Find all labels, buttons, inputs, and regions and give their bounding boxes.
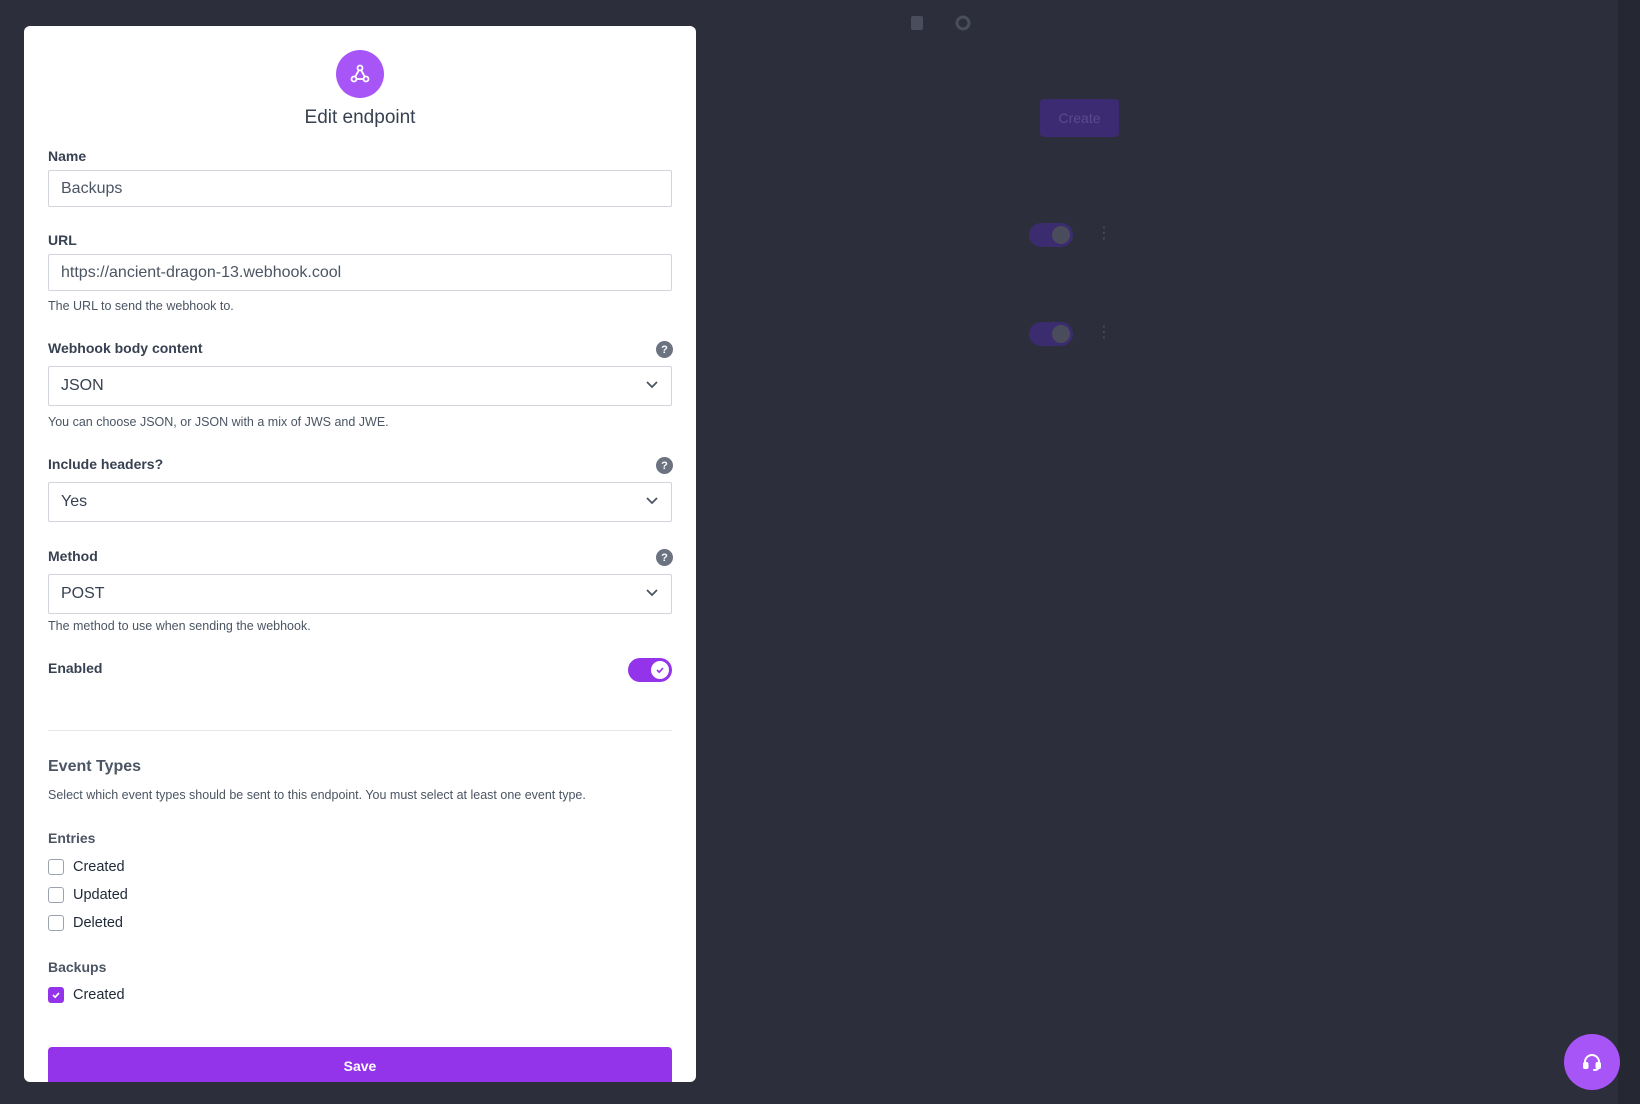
checkbox-row-backups-created[interactable]: Created [48,987,125,1003]
group-title-backups: Backups [48,959,107,975]
headset-icon [1583,1054,1601,1071]
chevron-down-icon [645,493,659,512]
kebab-menu-icon: ⋮ [1096,324,1112,341]
checkbox[interactable] [48,859,64,875]
check-icon [52,992,60,999]
body-content-hint: You can choose JSON, or JSON with a mix … [48,415,389,429]
method-value: POST [61,585,105,602]
method-label: Method [48,548,98,564]
url-input[interactable] [48,254,672,291]
webhook-icon [336,50,384,98]
edit-endpoint-modal: Edit endpoint Name URL The URL to send t… [24,26,696,1082]
include-headers-label: Include headers? [48,456,164,472]
save-button[interactable]: Save [48,1047,672,1082]
gear-icon [954,14,976,36]
check-icon [651,661,669,679]
checkbox-label: Updated [73,887,128,903]
help-icon[interactable]: ? [656,341,673,358]
endpoint-toggle [1029,322,1073,346]
support-chat-button[interactable] [1564,1034,1620,1090]
checkbox-row-entries-created[interactable]: Created [48,859,125,875]
endpoint-toggle [1029,223,1073,247]
method-hint: The method to use when sending the webho… [48,619,311,633]
checkbox-label: Created [73,859,125,875]
enabled-label: Enabled [48,660,103,676]
checkbox[interactable] [48,915,64,931]
modal-title: Edit endpoint [304,107,416,128]
body-content-value: JSON [61,377,104,394]
event-types-description: Select which event types should be sent … [48,788,586,802]
body-content-select[interactable]: JSON [48,366,672,406]
group-title-entries: Entries [48,830,96,846]
checkbox-label: Created [73,987,125,1003]
url-hint: The URL to send the webhook to. [48,299,234,313]
include-headers-select[interactable]: Yes [48,482,672,522]
kebab-menu-icon: ⋮ [1096,225,1112,242]
chevron-down-icon [645,585,659,604]
include-headers-value: Yes [61,493,88,510]
checkbox-row-entries-updated[interactable]: Updated [48,887,128,903]
help-icon[interactable]: ? [656,457,673,474]
book-icon [908,14,930,36]
name-label: Name [48,148,87,164]
name-input[interactable] [48,170,672,207]
event-types-title: Event Types [48,758,142,775]
create-button: Create [1040,99,1119,137]
checkbox-checked[interactable] [48,987,64,1003]
chevron-down-icon [645,377,659,396]
help-icon[interactable]: ? [656,549,673,566]
url-label: URL [48,232,77,248]
divider [48,730,672,731]
body-content-label: Webhook body content [48,340,203,356]
scrollbar [1618,0,1640,1104]
enabled-toggle[interactable] [628,658,672,682]
method-select[interactable]: POST [48,574,672,614]
checkbox-row-entries-deleted[interactable]: Deleted [48,915,123,931]
checkbox-label: Deleted [73,915,123,931]
checkbox[interactable] [48,887,64,903]
